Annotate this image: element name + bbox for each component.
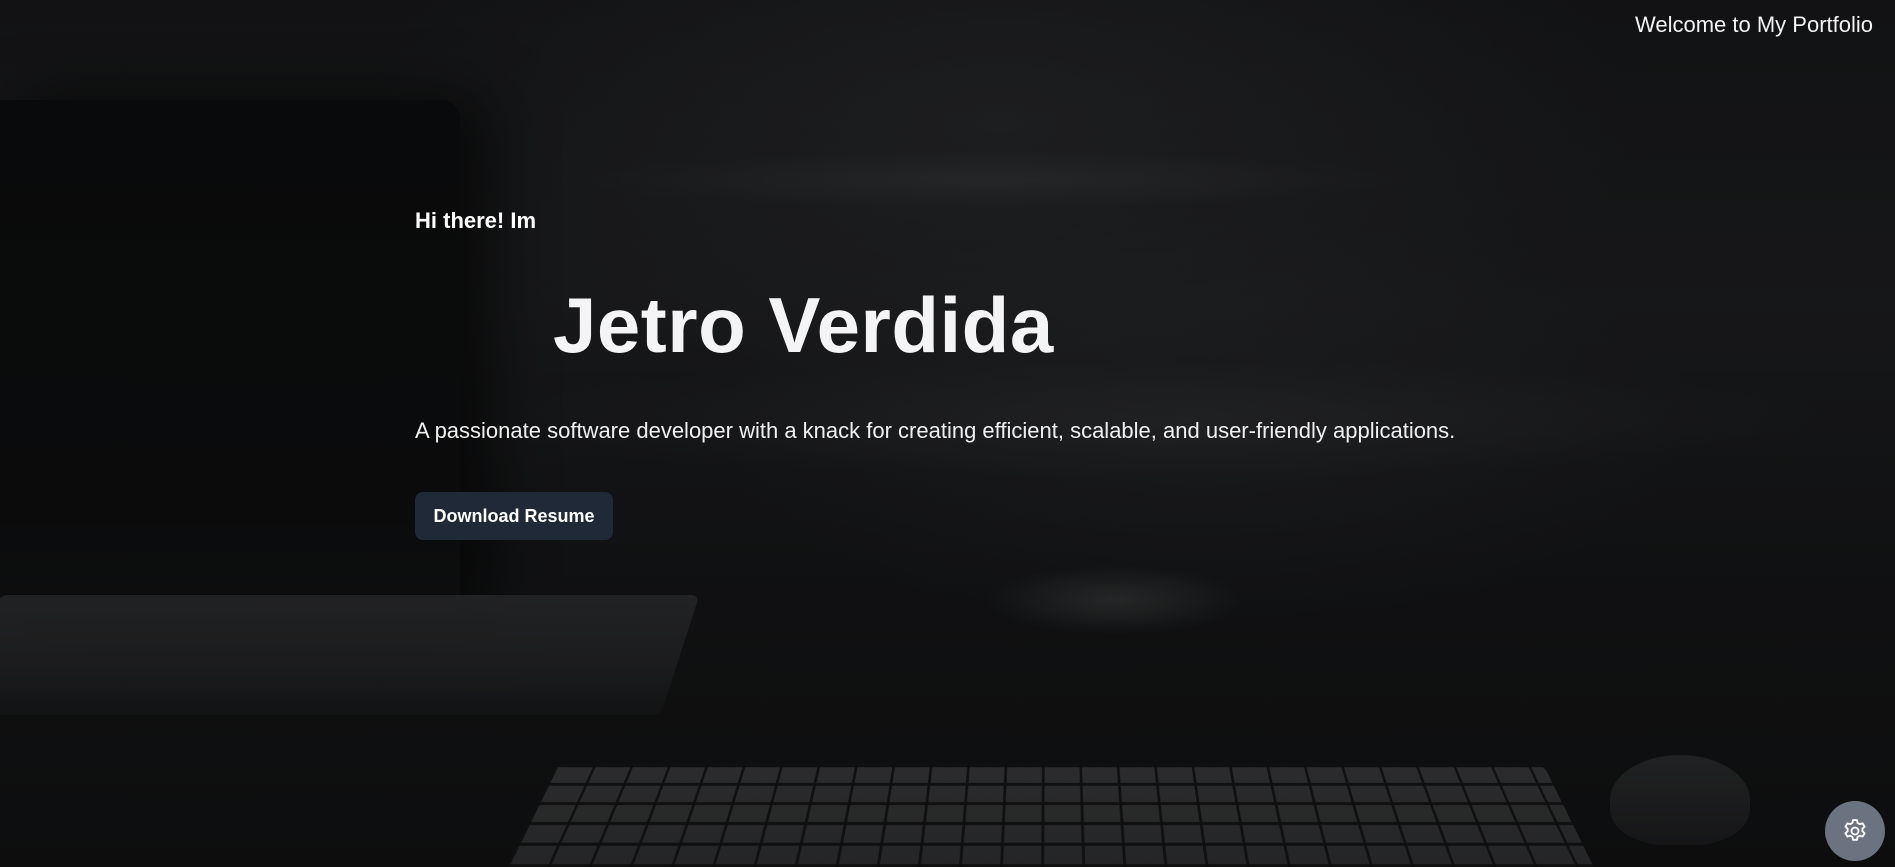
portfolio-page: Welcome to My Portfolio Hi there! Im Jet… [0,0,1895,867]
hero-name: Jetro Verdida [553,281,1054,369]
settings-button[interactable] [1825,801,1885,861]
download-resume-button[interactable]: Download Resume [415,492,613,540]
header-title: Welcome to My Portfolio [1634,12,1873,37]
hero-tagline: A passionate software developer with a k… [415,418,1456,443]
gear-icon [1841,817,1869,845]
hero-greeting: Hi there! Im [415,208,537,233]
